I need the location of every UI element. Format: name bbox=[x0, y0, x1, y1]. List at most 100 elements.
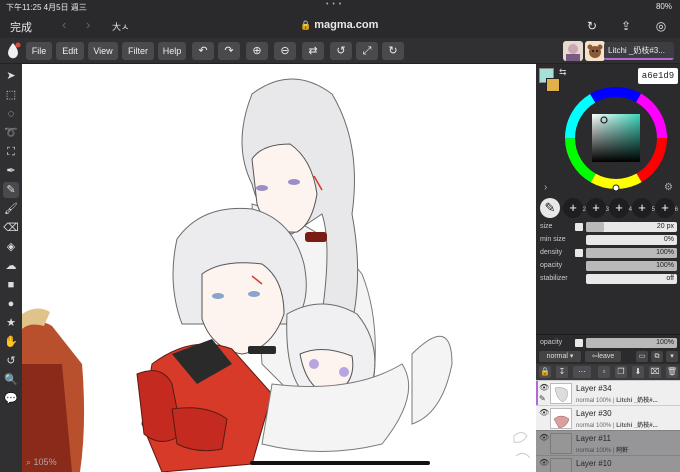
menu-view[interactable]: View bbox=[88, 42, 118, 60]
density-pressure-checkbox[interactable] bbox=[575, 249, 583, 257]
menu-filter[interactable]: Filter bbox=[122, 42, 154, 60]
avatar[interactable] bbox=[585, 41, 605, 61]
circle-icon[interactable]: ● bbox=[3, 296, 19, 312]
fullscreen-icon[interactable]: ⤢ bbox=[356, 42, 378, 60]
size-pressure-checkbox[interactable] bbox=[575, 223, 583, 231]
address-bar[interactable]: 🔒 magma.com bbox=[300, 19, 378, 31]
eye-icon[interactable]: 👁 bbox=[539, 458, 549, 467]
color-wheel[interactable] bbox=[562, 84, 670, 192]
density-slider[interactable]: 100% bbox=[586, 248, 677, 258]
pencil-icon[interactable]: ✎ bbox=[3, 182, 19, 198]
rotate-icon[interactable]: ↺ bbox=[330, 42, 352, 60]
share-icon[interactable]: ⇪ bbox=[619, 19, 633, 33]
rectangle-icon[interactable]: ■ bbox=[3, 277, 19, 293]
secondary-color-swatch[interactable] bbox=[546, 78, 560, 92]
layer-item[interactable]: 👁 Layer #11 normal 100% | 阿軒 bbox=[536, 430, 680, 455]
smudge-icon[interactable]: ☁ bbox=[3, 258, 19, 274]
blend-mode-select[interactable]: normal ▾ bbox=[539, 351, 581, 362]
layer-name: Layer #30 bbox=[576, 409, 612, 418]
layer-item[interactable]: 👁 ✎ Layer #34 normal 100% | Litchi _奶枝#.… bbox=[536, 380, 680, 406]
brush-icon[interactable]: 🖌 bbox=[3, 201, 19, 217]
undo-icon[interactable]: ↶ bbox=[192, 42, 214, 60]
layer-opacity-slider[interactable]: 100% bbox=[586, 338, 677, 348]
gear-icon[interactable]: ⚙ bbox=[664, 182, 673, 193]
brush-slot-1[interactable]: ✎ 1 bbox=[540, 198, 563, 218]
brush-slot-3[interactable]: +3 bbox=[586, 198, 609, 218]
drawing-canvas[interactable]: ⌕ 105% bbox=[22, 64, 536, 472]
clear-icon[interactable]: ⌧ bbox=[649, 366, 661, 378]
layer-name: Layer #11 bbox=[576, 434, 611, 443]
compass-icon[interactable]: ◎ bbox=[654, 19, 668, 33]
home-indicator[interactable] bbox=[250, 461, 430, 465]
fill-bucket-icon[interactable]: ◈ bbox=[3, 239, 19, 255]
chat-icon[interactable]: 💬 bbox=[3, 391, 19, 407]
swap-colors-icon[interactable]: ⇆ bbox=[559, 67, 567, 78]
layer-thumbnail bbox=[550, 383, 572, 404]
layer-name: Layer #10 bbox=[576, 459, 612, 468]
min-size-row: min size 0% bbox=[539, 235, 677, 246]
zoom-in-icon[interactable]: ⊕ bbox=[246, 42, 268, 60]
eye-icon[interactable]: 👁 bbox=[539, 383, 549, 392]
reset-icon[interactable]: ↻ bbox=[382, 42, 404, 60]
magma-logo-icon[interactable] bbox=[4, 41, 22, 61]
merge-icon[interactable]: ⬇ bbox=[632, 366, 644, 378]
leave-button[interactable]: ⇦leave bbox=[585, 351, 621, 362]
size-slider[interactable]: 20 px bbox=[586, 222, 677, 232]
rotate-view-icon[interactable]: ↺ bbox=[3, 353, 19, 369]
add-layer-icon[interactable]: ▭ bbox=[636, 351, 648, 362]
layer-name: Layer #34 bbox=[576, 384, 612, 393]
brush-opacity-slider[interactable]: 100% bbox=[586, 261, 677, 271]
eye-icon[interactable]: 👁 bbox=[539, 433, 549, 442]
new-layer-icon[interactable]: ▫ bbox=[598, 366, 610, 378]
lasso-icon[interactable]: ➰ bbox=[3, 125, 19, 141]
eye-icon[interactable]: 👁 bbox=[539, 408, 549, 417]
trash-icon[interactable]: 🗑 bbox=[666, 366, 678, 378]
brush-slot-6[interactable]: +6 bbox=[655, 198, 678, 218]
star-icon[interactable]: ★ bbox=[3, 315, 19, 331]
avatar[interactable] bbox=[563, 41, 583, 61]
done-button[interactable]: 完成 bbox=[10, 19, 32, 35]
text-size-button[interactable]: 大ㅅ bbox=[112, 20, 129, 33]
min-size-slider[interactable]: 0% bbox=[586, 235, 677, 245]
layer-menu-icon[interactable]: ▾ bbox=[666, 351, 678, 362]
move-tool-icon[interactable]: ➤ bbox=[3, 68, 19, 84]
layer-item[interactable]: 👁 Layer #10 bbox=[536, 455, 680, 472]
lock-icon[interactable]: 🔒 bbox=[539, 366, 551, 378]
clip-icon[interactable]: ↧ bbox=[556, 366, 568, 378]
menu-file[interactable]: File bbox=[26, 42, 52, 60]
copy-layer-icon[interactable]: ❐ bbox=[615, 366, 627, 378]
stabilizer-slider[interactable]: off bbox=[586, 274, 677, 284]
search-icon[interactable]: 🔍 bbox=[3, 372, 19, 388]
transform-icon[interactable]: ⛶ bbox=[3, 144, 19, 160]
brush-slot-4[interactable]: +4 bbox=[609, 198, 632, 218]
chevron-right-icon[interactable]: › bbox=[544, 182, 547, 193]
back-icon[interactable]: ‹ bbox=[62, 17, 66, 32]
zoom-out-icon[interactable]: ⊖ bbox=[274, 42, 296, 60]
forward-icon[interactable]: › bbox=[86, 17, 90, 32]
brush-slot-5[interactable]: +5 bbox=[632, 198, 655, 218]
ellipse-select-icon[interactable]: ◌ bbox=[3, 106, 19, 122]
flip-icon[interactable]: ⇄ bbox=[302, 42, 324, 60]
rect-select-icon[interactable]: ⬚ bbox=[3, 87, 19, 103]
lock-icon: 🔒 bbox=[300, 20, 312, 30]
multitask-dots[interactable]: • • • bbox=[326, 1, 342, 8]
duplicate-layer-icon[interactable]: ⧉ bbox=[651, 351, 663, 362]
zoom-value: 105% bbox=[33, 457, 57, 467]
redo-icon[interactable]: ↷ bbox=[218, 42, 240, 60]
menu-help[interactable]: Help bbox=[158, 42, 186, 60]
zoom-indicator[interactable]: ⌕ 105% bbox=[26, 457, 57, 468]
eyedropper-icon[interactable]: ✒ bbox=[3, 163, 19, 179]
hand-icon[interactable]: ✋ bbox=[3, 334, 19, 350]
layer-item[interactable]: 👁 Layer #30 normal 100% | Litchi _奶枝#... bbox=[536, 405, 680, 430]
reload-icon[interactable]: ↻ bbox=[585, 19, 599, 33]
eraser-icon[interactable]: ⌫ bbox=[3, 220, 19, 236]
brush-slot-2[interactable]: +2 bbox=[563, 198, 586, 218]
hex-input[interactable]: a6e1d9 bbox=[638, 68, 678, 84]
menu-edit[interactable]: Edit bbox=[56, 42, 84, 60]
layer-settings: opacity 100% normal ▾ ⇦leave ▭ ⧉ ▾ bbox=[536, 334, 680, 364]
layer-thumbnail bbox=[550, 458, 572, 472]
density-row: density 100% bbox=[539, 248, 677, 259]
layer-opacity-lock[interactable] bbox=[575, 339, 583, 347]
user-label[interactable]: Litchi _奶枝#3... bbox=[604, 42, 674, 60]
more-icon[interactable]: ⋯ bbox=[573, 366, 591, 378]
